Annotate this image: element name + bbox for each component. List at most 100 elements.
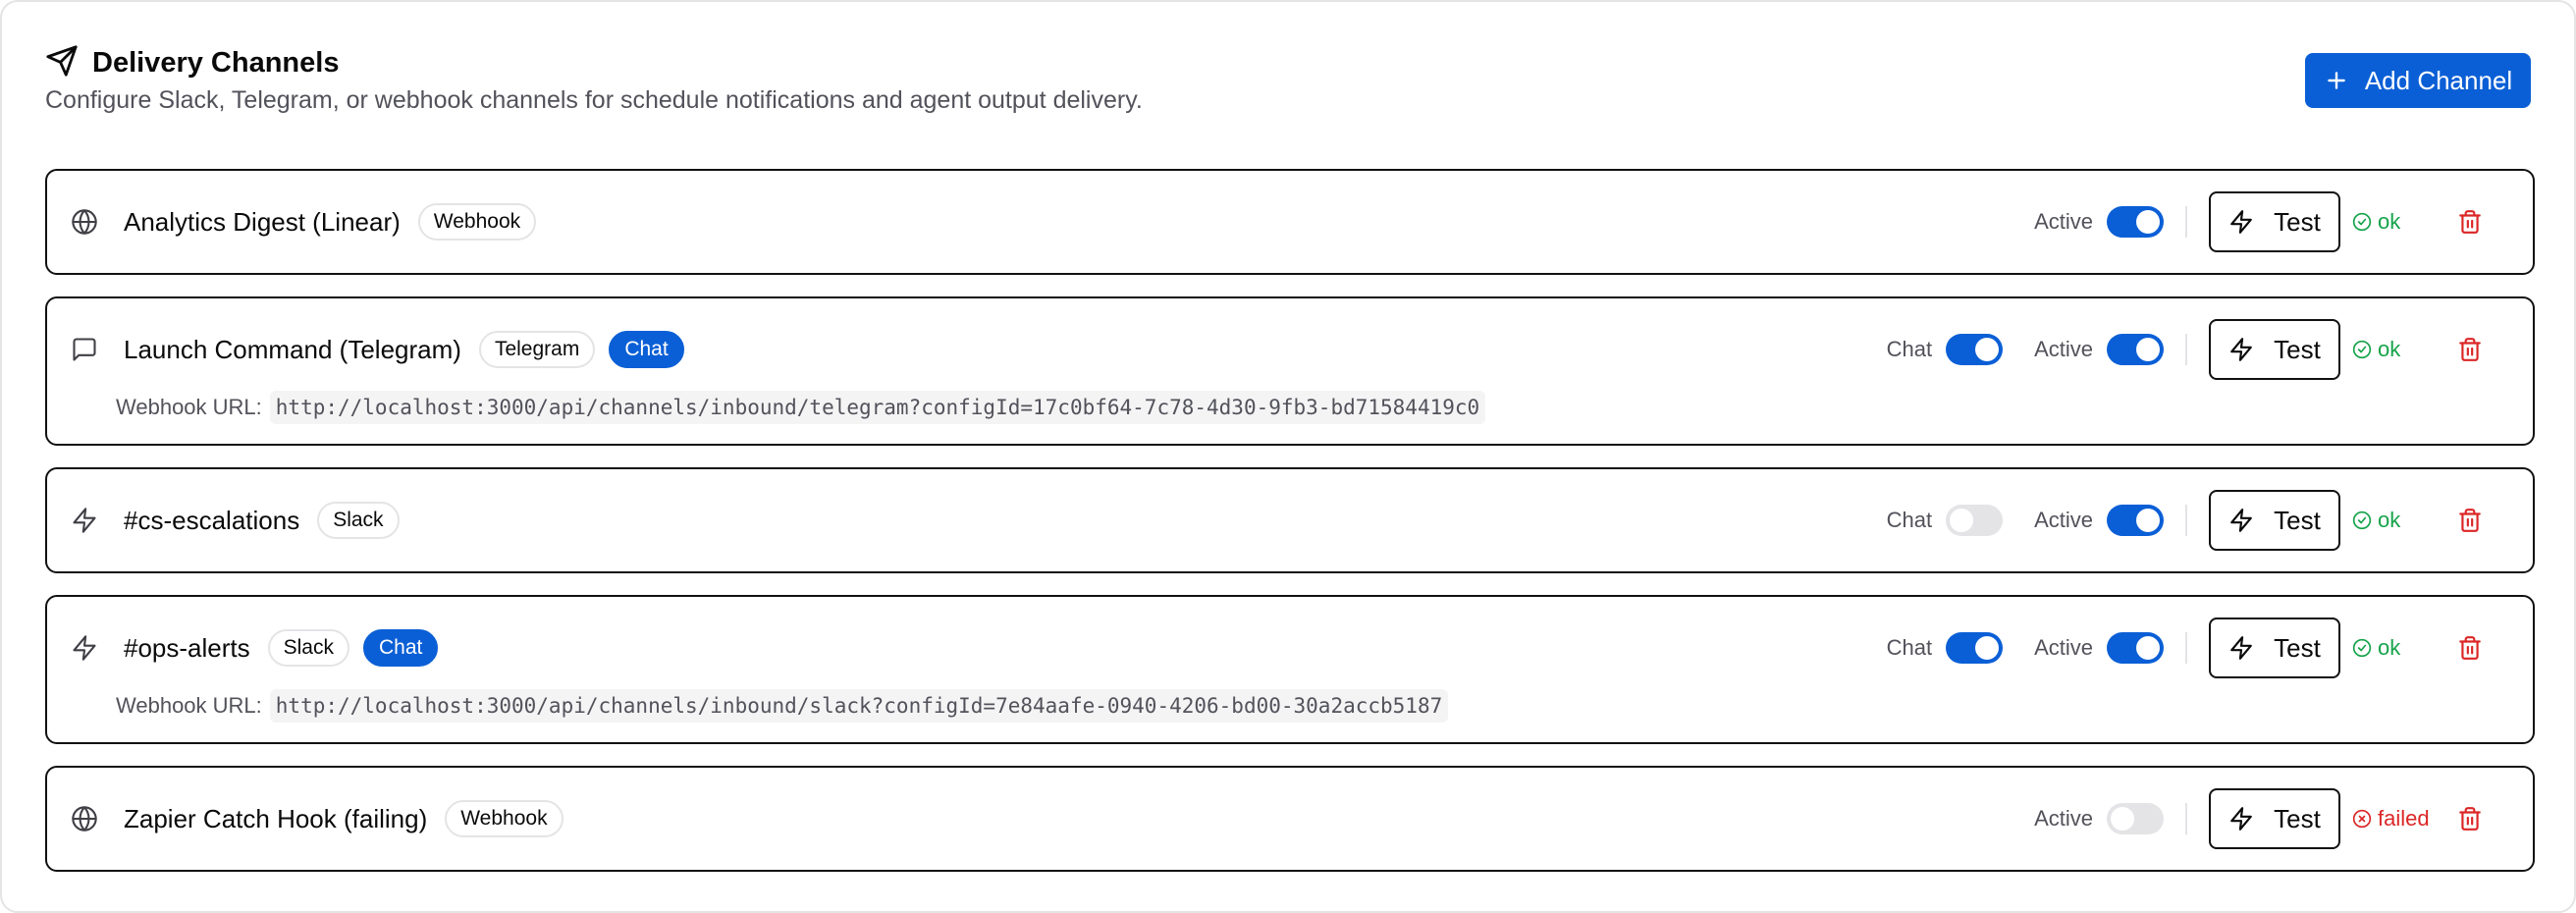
channel-name: Analytics Digest (Linear) <box>124 206 401 237</box>
zap-icon <box>2228 635 2254 661</box>
test-button-label: Test <box>2274 206 2321 237</box>
divider <box>2185 632 2187 664</box>
zap-icon <box>69 632 100 664</box>
trash-icon <box>2457 209 2483 235</box>
status-indicator: ok <box>2352 209 2450 235</box>
channel-info: Launch Command (Telegram) Telegram Chat <box>47 331 684 368</box>
test-button-label: Test <box>2274 334 2321 364</box>
divider <box>2185 206 2187 238</box>
channel-controls: Active Test ok <box>2034 171 2490 273</box>
panel-header: Delivery Channels Configure Slack, Teleg… <box>45 41 2531 120</box>
active-toggle-label: Active <box>2034 209 2093 234</box>
channel-name: #cs-escalations <box>124 505 300 535</box>
channel-card: Analytics Digest (Linear) Webhook Active … <box>45 169 2535 275</box>
status-text: ok <box>2378 337 2401 361</box>
zap-icon <box>2228 337 2254 362</box>
chat-toggle[interactable] <box>1946 505 2004 536</box>
plus-icon <box>2328 72 2345 89</box>
channel-controls: Active Test failed <box>2034 768 2490 870</box>
test-button[interactable]: Test <box>2209 191 2340 252</box>
channel-info: Analytics Digest (Linear) Webhook <box>47 203 537 241</box>
test-button-label: Test <box>2274 505 2321 535</box>
zap-icon <box>2228 209 2254 235</box>
delete-button[interactable] <box>2450 202 2490 242</box>
webhook-url-row: Webhook URL: http://localhost:3000/api/c… <box>116 689 1449 723</box>
zap-icon <box>2228 806 2254 832</box>
check-circle-icon <box>2352 340 2372 359</box>
test-button[interactable]: Test <box>2209 490 2340 551</box>
chat-toggle[interactable] <box>1946 334 2004 365</box>
active-toggle-label: Active <box>2034 337 2093 361</box>
active-toggle[interactable] <box>2107 803 2164 834</box>
webhook-url-label: Webhook URL: <box>116 693 262 718</box>
active-toggle-label: Active <box>2034 508 2093 532</box>
delivery-channels-panel: Delivery Channels Configure Slack, Teleg… <box>0 0 2576 913</box>
status-text: failed <box>2378 806 2430 831</box>
page-subtitle: Configure Slack, Telegram, or webhook ch… <box>45 86 1143 114</box>
title-row: Delivery Channels <box>45 41 2531 84</box>
channel-type-badge: Slack <box>267 629 349 667</box>
test-button[interactable]: Test <box>2209 618 2340 678</box>
channel-info: Zapier Catch Hook (failing) Webhook <box>47 800 564 837</box>
chat-toggle[interactable] <box>1946 632 2004 664</box>
status-indicator: ok <box>2352 508 2450 533</box>
trash-icon <box>2457 337 2483 362</box>
active-toggle-label: Active <box>2034 635 2093 660</box>
test-button-label: Test <box>2274 803 2321 833</box>
status-indicator: ok <box>2352 337 2450 362</box>
delete-button[interactable] <box>2450 501 2490 540</box>
chat-badge: Chat <box>362 629 439 667</box>
divider <box>2185 505 2187 536</box>
active-toggle-label: Active <box>2034 806 2093 831</box>
status-indicator: ok <box>2352 635 2450 661</box>
active-toggle[interactable] <box>2107 505 2164 536</box>
channel-info: #cs-escalations Slack <box>47 502 400 539</box>
trash-icon <box>2457 635 2483 661</box>
channel-controls: Chat Active Test ok <box>1887 298 2490 401</box>
zap-icon <box>2228 508 2254 533</box>
channel-type-badge: Telegram <box>478 331 596 368</box>
check-circle-icon <box>2352 510 2372 530</box>
active-toggle[interactable] <box>2107 632 2164 664</box>
channel-info: #ops-alerts Slack Chat <box>47 629 439 667</box>
globe-icon <box>69 206 100 238</box>
send-icon <box>45 44 79 82</box>
delete-button[interactable] <box>2450 628 2490 668</box>
channel-controls: Chat Active Test ok <box>1887 469 2490 571</box>
test-button-label: Test <box>2274 632 2321 663</box>
webhook-url-row: Webhook URL: http://localhost:3000/api/c… <box>116 391 1486 424</box>
divider <box>2185 334 2187 365</box>
test-button[interactable]: Test <box>2209 319 2340 380</box>
add-channel-button[interactable]: Add Channel <box>2305 53 2531 108</box>
check-circle-icon <box>2352 638 2372 658</box>
status-text: ok <box>2378 209 2401 234</box>
divider <box>2185 803 2187 834</box>
webhook-url-label: Webhook URL: <box>116 395 262 419</box>
channel-card: Zapier Catch Hook (failing) Webhook Activ… <box>45 766 2535 872</box>
trash-icon <box>2457 508 2483 533</box>
delete-button[interactable] <box>2450 330 2490 369</box>
active-toggle[interactable] <box>2107 334 2164 365</box>
trash-icon <box>2457 806 2483 832</box>
add-channel-label: Add Channel <box>2364 65 2513 95</box>
status-indicator: failed <box>2352 806 2450 832</box>
message-square-icon <box>69 334 100 365</box>
channel-card: #cs-escalations Slack Chat Active Test ok <box>45 467 2535 573</box>
status-text: ok <box>2378 635 2401 660</box>
x-circle-icon <box>2352 809 2372 829</box>
webhook-url-value[interactable]: http://localhost:3000/api/channels/inbou… <box>269 689 1449 723</box>
chat-toggle-label: Chat <box>1886 635 1933 660</box>
channel-name: Zapier Catch Hook (failing) <box>124 803 428 833</box>
page-title: Delivery Channels <box>92 46 340 79</box>
channel-card: Launch Command (Telegram) Telegram Chat Ch… <box>45 296 2535 446</box>
active-toggle[interactable] <box>2107 206 2164 238</box>
channel-card: #ops-alerts Slack Chat Chat Active Test ok… <box>45 595 2535 744</box>
status-text: ok <box>2378 508 2401 532</box>
channel-type-badge: Webhook <box>417 203 537 241</box>
channel-name: #ops-alerts <box>124 632 250 663</box>
channel-name: Launch Command (Telegram) <box>124 334 461 364</box>
globe-icon <box>69 803 100 834</box>
webhook-url-value[interactable]: http://localhost:3000/api/channels/inbou… <box>269 391 1486 424</box>
delete-button[interactable] <box>2450 799 2490 838</box>
test-button[interactable]: Test <box>2209 788 2340 849</box>
